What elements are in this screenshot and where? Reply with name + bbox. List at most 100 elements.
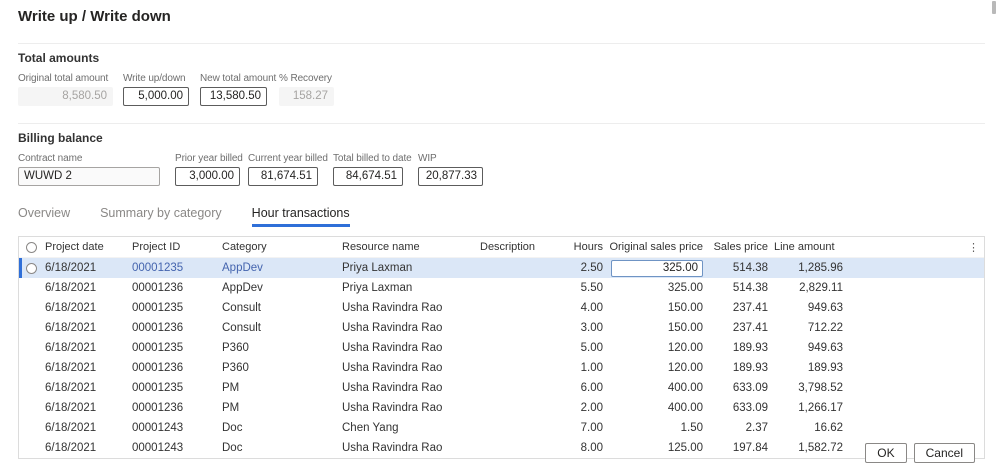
prior-year-billed-field: Prior year billed 3,000.00 xyxy=(175,153,243,186)
cell-hours: 3.00 xyxy=(580,322,603,334)
new-total-amount-label: New total amount xyxy=(200,73,277,84)
table-row[interactable]: 6/18/2021 00001236 AppDev Priya Laxman 5.50 3… xyxy=(19,278,984,298)
cell-line-amount: 2,829.11 xyxy=(799,282,843,294)
section-billing-balance: Billing balance Contract name WUWD 2 Pri… xyxy=(18,123,985,194)
radio-icon[interactable] xyxy=(26,262,37,274)
row-radio-cell xyxy=(19,338,45,358)
table-row[interactable]: 6/18/2021 00001236 Consult Usha Ravindra Ra… xyxy=(19,318,984,338)
table-row[interactable]: 6/18/2021 00001235 AppDev Priya Laxman 2.50 3… xyxy=(19,258,984,278)
cell-resource-name: Usha Ravindra Rao xyxy=(342,342,443,354)
cell-line-amount: 189.93 xyxy=(807,362,843,374)
billing-balance-heading: Billing balance xyxy=(18,131,103,145)
cell-hours: 6.00 xyxy=(580,382,603,394)
col-category[interactable]: Category xyxy=(222,241,342,253)
row-radio-cell xyxy=(19,378,45,398)
original-total-amount-field: Original total amount 8,580.50 xyxy=(18,73,113,106)
cell-category: P360 xyxy=(222,362,249,374)
cell-project-date: 6/18/2021 xyxy=(45,342,97,354)
cell-sales-price: 237.41 xyxy=(732,302,768,314)
col-description[interactable]: Description xyxy=(480,241,549,253)
total-billed-to-date-input[interactable]: 84,674.51 xyxy=(333,167,403,186)
cell-resource-name: Usha Ravindra Rao xyxy=(342,382,443,394)
col-line-amount[interactable]: Line amount xyxy=(774,241,849,253)
cell-line-amount: 1,266.17 xyxy=(798,402,843,414)
cell-project-id: 00001236 xyxy=(132,402,184,414)
table-row[interactable]: 6/18/2021 00001235 PM Usha Ravindra Rao 6.00… xyxy=(19,378,984,398)
cell-project-date: 6/18/2021 xyxy=(45,302,97,314)
cell-original-sales-price: 125.00 xyxy=(667,442,703,454)
grid-more-options-icon[interactable]: ⋮ xyxy=(849,241,984,254)
cell-project-date: 6/18/2021 xyxy=(45,422,97,434)
table-row[interactable]: 6/18/2021 00001236 P360 Usha Ravindra Rao 1.… xyxy=(19,358,984,378)
tab-summary-by-category[interactable]: Summary by category xyxy=(100,206,222,227)
cell-line-amount: 16.62 xyxy=(814,422,843,434)
row-radio-cell[interactable] xyxy=(19,258,45,278)
cell-category: PM xyxy=(222,382,240,394)
col-original-sales-price[interactable]: Original sales price xyxy=(609,241,709,253)
cell-category: Consult xyxy=(222,322,261,334)
current-year-billed-input[interactable]: 81,674.51 xyxy=(248,167,318,186)
prior-year-billed-input[interactable]: 3,000.00 xyxy=(175,167,240,186)
original-sales-price-input[interactable]: 325.00 xyxy=(611,259,703,277)
prior-year-billed-label: Prior year billed xyxy=(175,153,243,164)
cell-project-id: 00001235 xyxy=(132,302,184,314)
cell-original-sales-price[interactable]: 325.00 xyxy=(609,259,709,277)
col-project-date[interactable]: Project date xyxy=(45,241,132,253)
current-year-billed-field: Current year billed 81,674.51 xyxy=(248,153,328,186)
cell-project-id: 00001243 xyxy=(132,422,184,434)
cell-resource-name: Priya Laxman xyxy=(342,262,413,274)
grid-header-row: Project date Project ID Category Resourc… xyxy=(19,237,984,258)
cell-line-amount: 1,582.72 xyxy=(798,442,843,454)
new-total-amount-input[interactable]: 13,580.50 xyxy=(200,87,267,106)
current-year-billed-label: Current year billed xyxy=(248,153,328,164)
cell-project-id[interactable]: 00001235 xyxy=(132,262,222,274)
write-up-down-input[interactable]: 5,000.00 xyxy=(123,87,189,106)
table-row[interactable]: 6/18/2021 00001235 P360 Usha Ravindra Rao 5.… xyxy=(19,338,984,358)
section-total-amounts: Total amounts Original total amount 8,58… xyxy=(18,43,985,114)
cell-project-date: 6/18/2021 xyxy=(45,442,97,454)
cell-category: PM xyxy=(222,402,240,414)
cell-project-id: 00001236 xyxy=(132,322,184,334)
total-amounts-heading: Total amounts xyxy=(18,51,100,65)
cell-category: Consult xyxy=(222,302,261,314)
contract-name-field: Contract name WUWD 2 xyxy=(18,153,160,186)
tab-hour-transactions[interactable]: Hour transactions xyxy=(251,206,350,227)
ok-button[interactable]: OK xyxy=(865,443,907,463)
cell-hours: 4.00 xyxy=(580,302,603,314)
row-radio-cell xyxy=(19,298,45,318)
col-sales-price[interactable]: Sales price xyxy=(709,241,774,253)
cell-sales-price: 633.09 xyxy=(732,402,768,414)
radio-icon[interactable] xyxy=(26,241,37,253)
cell-category[interactable]: AppDev xyxy=(222,262,342,274)
col-project-id[interactable]: Project ID xyxy=(132,241,222,253)
tab-overview[interactable]: Overview xyxy=(18,206,70,227)
col-hours[interactable]: Hours xyxy=(549,241,609,253)
table-row[interactable]: 6/18/2021 00001243 Doc Usha Ravindra Rao 8.0… xyxy=(19,438,984,458)
write-up-write-down-dialog: Write up / Write down Total amounts Orig… xyxy=(0,0,1000,469)
cell-hours: 1.00 xyxy=(580,362,603,374)
cell-category: AppDev xyxy=(222,282,263,294)
contract-name-value: WUWD 2 xyxy=(18,167,160,186)
cell-project-date: 6/18/2021 xyxy=(45,402,97,414)
table-row[interactable]: 6/18/2021 00001243 Doc Chen Yang 7.00 1.50 2.3… xyxy=(19,418,984,438)
cancel-button[interactable]: Cancel xyxy=(913,443,975,463)
cell-hours: 2.50 xyxy=(580,262,603,274)
cell-sales-price: 189.93 xyxy=(732,342,768,354)
col-resource-name[interactable]: Resource name xyxy=(342,241,480,253)
cell-resource-name: Usha Ravindra Rao xyxy=(342,322,443,334)
cell-resource-name: Usha Ravindra Rao xyxy=(342,362,443,374)
table-row[interactable]: 6/18/2021 00001236 PM Usha Ravindra Rao 2.00… xyxy=(19,398,984,418)
percent-recovery-label: % Recovery xyxy=(279,73,332,84)
cell-project-date: 6/18/2021 xyxy=(45,282,97,294)
total-billed-to-date-label: Total billed to date xyxy=(333,153,412,164)
total-billed-to-date-field: Total billed to date 84,674.51 xyxy=(333,153,412,186)
cell-hours: 5.00 xyxy=(580,342,603,354)
wip-label: WIP xyxy=(418,153,437,164)
cell-original-sales-price: 400.00 xyxy=(667,402,703,414)
row-radio-cell xyxy=(19,418,45,438)
percent-recovery-value: 158.27 xyxy=(279,87,334,106)
table-row[interactable]: 6/18/2021 00001235 Consult Usha Ravindra Ra… xyxy=(19,298,984,318)
select-all-radio-cell[interactable] xyxy=(19,237,45,257)
cell-original-sales-price: 150.00 xyxy=(667,322,703,334)
wip-input[interactable]: 20,877.33 xyxy=(418,167,483,186)
